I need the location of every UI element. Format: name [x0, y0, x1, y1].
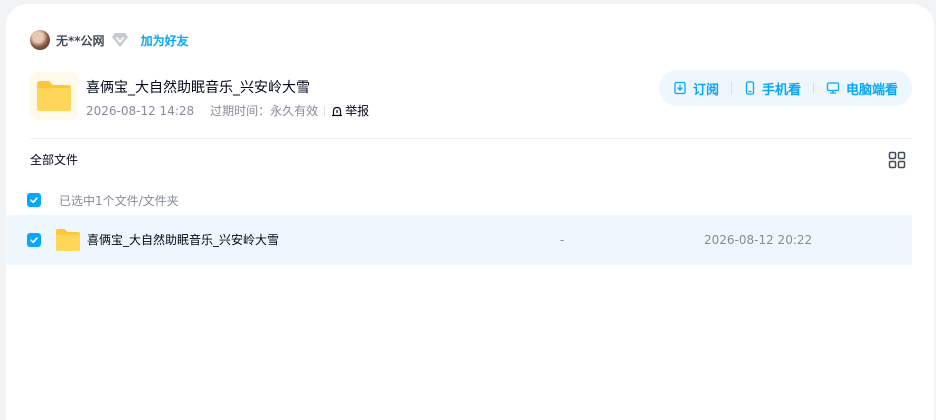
selection-summary: 已选中1个文件/文件夹: [59, 193, 179, 208]
breadcrumb-all-files[interactable]: 全部文件: [30, 152, 78, 168]
divider: [30, 138, 912, 139]
monitor-icon: [826, 82, 840, 94]
folder-icon: [55, 228, 81, 252]
expire-value: 永久有效: [270, 104, 319, 118]
sharer-username[interactable]: 无**公网: [56, 32, 105, 49]
mobile-view-button[interactable]: 手机看: [740, 79, 805, 98]
select-all-checkbox[interactable]: [27, 193, 41, 207]
phone-icon: [745, 81, 755, 95]
divider: [324, 105, 326, 116]
pc-view-label: 电脑端看: [845, 82, 898, 98]
share-title: 喜俩宝_大自然助眠音乐_兴安岭大雪: [86, 80, 310, 96]
divider: [812, 82, 814, 94]
table-row[interactable]: 喜俩宝_大自然助眠音乐_兴安岭大雪 - 2026-08-12 20:22: [6, 215, 912, 265]
add-friend-link[interactable]: 加为好友: [141, 32, 189, 49]
file-name[interactable]: 喜俩宝_大自然助眠音乐_兴安岭大雪: [87, 232, 279, 248]
sharer-info: 无**公网 加为好友: [30, 30, 189, 50]
folder-icon: [30, 72, 78, 120]
share-time: 2026-08-12 14:28: [86, 103, 195, 118]
share-card: 无**公网 加为好友 喜俩宝_大自然助眠音乐_兴安岭大雪 2026-08-12 …: [6, 4, 934, 420]
report-label: 举报: [345, 104, 370, 118]
file-modified-date: 2026-08-12 20:22: [704, 233, 813, 247]
grid-view-icon[interactable]: [888, 151, 906, 169]
select-all-row: 已选中1个文件/文件夹: [27, 192, 179, 208]
report-button[interactable]: 举报: [331, 102, 369, 119]
mobile-view-label: 手机看: [761, 82, 801, 98]
row-checkbox[interactable]: [27, 233, 41, 247]
subscribe-icon: [674, 81, 686, 95]
check-icon: [30, 197, 38, 204]
alarm-icon: [332, 106, 343, 116]
expire-label: 过期时间：: [210, 104, 271, 118]
check-icon: [30, 237, 38, 244]
file-size: -: [560, 233, 565, 247]
share-header: 喜俩宝_大自然助眠音乐_兴安岭大雪 2026-08-12 14:28 过期时间：…: [30, 72, 369, 122]
share-actions: 订阅 手机看 电脑端看: [658, 70, 912, 106]
subscribe-button[interactable]: 订阅: [669, 79, 723, 98]
share-meta: 2026-08-12 14:28 过期时间： 永久有效 举报: [86, 102, 369, 119]
vip-diamond-icon: [111, 32, 129, 48]
avatar[interactable]: [30, 30, 50, 50]
subscribe-label: 订阅: [692, 82, 719, 98]
pc-view-button[interactable]: 电脑端看: [822, 79, 902, 98]
divider: [730, 82, 732, 94]
